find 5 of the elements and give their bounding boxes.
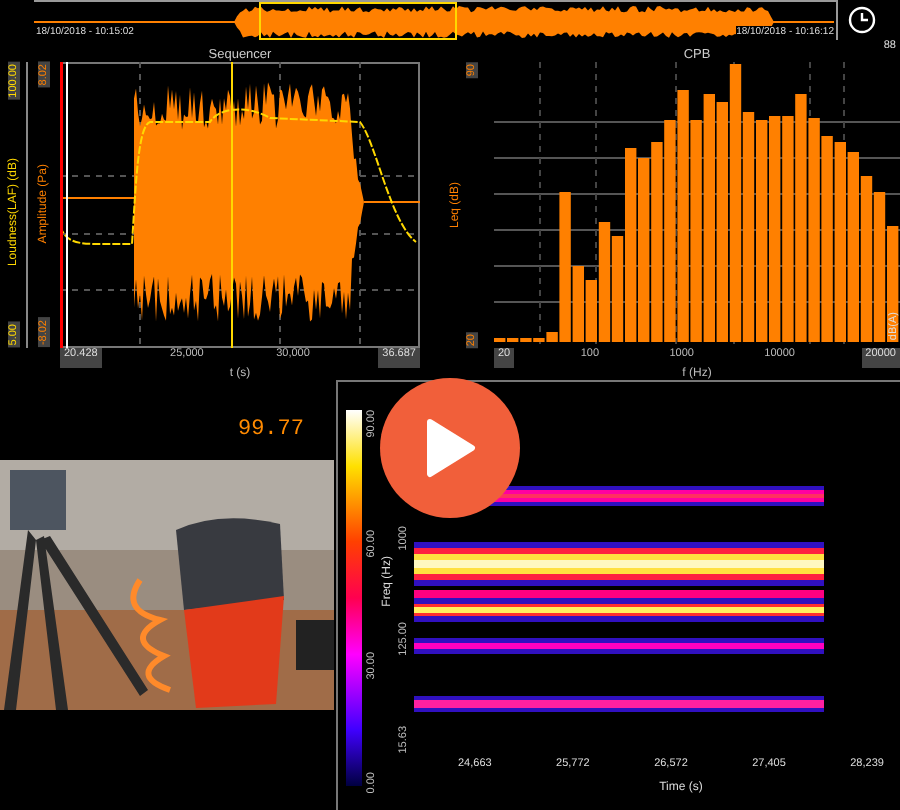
- start-marker[interactable]: [60, 62, 63, 348]
- selection-frame[interactable]: [259, 2, 457, 40]
- play-icon: [424, 418, 476, 478]
- clock-icon[interactable]: [848, 6, 876, 34]
- readout-value: 99.77: [237, 418, 304, 442]
